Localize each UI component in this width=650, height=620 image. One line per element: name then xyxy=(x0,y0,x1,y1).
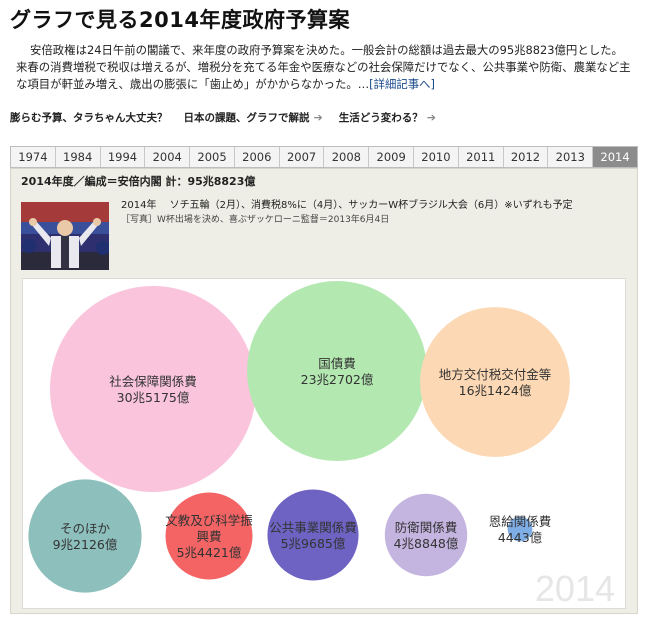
related-link-3[interactable]: 生活どう変わる？ ➔ xyxy=(339,110,436,125)
bubble-name-label: 興費 xyxy=(196,529,221,544)
bubble-name-label: 防衛関係費 xyxy=(395,520,458,535)
budget-summary: 2014年度／編成＝安倍内閣 計：95兆8823億 xyxy=(21,175,256,188)
tab-year-2005[interactable]: 2005 xyxy=(190,147,235,167)
bubble-name-label: 社会保障関係費 xyxy=(109,374,197,389)
tab-year-2012[interactable]: 2012 xyxy=(504,147,549,167)
bubble-value-label: 5兆9685億 xyxy=(281,536,346,551)
tab-year-2004[interactable]: 2004 xyxy=(145,147,191,167)
related-link-2-label: 日本の課題、グラフで解説 xyxy=(183,112,310,124)
bubble-circle xyxy=(28,479,142,593)
tab-year-1974[interactable]: 1974 xyxy=(11,147,56,167)
bubble-0[interactable]: 社会保障関係費30兆5175億 xyxy=(50,286,256,492)
tab-year-2013[interactable]: 2013 xyxy=(548,147,594,167)
events-text: ソチ五輪（2月）、消費税8%に（4月）、サッカーW杯ブラジル大会（6月）※いずれ… xyxy=(169,200,573,211)
bubble-value-label: 5兆4421億 xyxy=(177,545,242,560)
bubble-6[interactable]: 防衛関係費4兆8848億 xyxy=(384,493,468,577)
events-line: 2014年 ソチ五輪（2月）、消費税8%に（4月）、サッカーW杯ブラジル大会（6… xyxy=(121,199,573,213)
bubble-name-label: 公共事業関係費 xyxy=(269,520,357,535)
bubble-name-label: そのほか xyxy=(60,521,111,536)
bubble-circle xyxy=(267,489,359,581)
bubble-value-label: 9兆2126億 xyxy=(53,537,118,552)
related-link-2[interactable]: 日本の課題、グラフで解説 ➔ xyxy=(184,110,323,125)
bubble-5[interactable]: 公共事業関係費5兆9685億 xyxy=(267,489,359,581)
bubble-1[interactable]: 国債費23兆2702億 xyxy=(247,281,427,461)
year-tabs: 1974 1984 1994 2004 2005 2006 2007 2008 2009 2010… xyxy=(10,146,638,168)
tab-year-2007[interactable]: 2007 xyxy=(280,147,325,167)
bubble-name-label: 国債費 xyxy=(318,356,356,371)
bubble-2[interactable]: 地方交付税交付金等16兆1424億 xyxy=(420,307,570,457)
bubble-7[interactable]: 恩給関係費4443億 xyxy=(489,514,552,545)
intro-body: 安倍政権は24日午前の閣議で、来年度の政府予算案を決めた。一般会計の総額は過去最… xyxy=(16,43,631,91)
tab-year-2011[interactable]: 2011 xyxy=(459,147,504,167)
bubble-chart-svg: 2014社会保障関係費30兆5175億国債費23兆2702億 地方交付税交付金等1… xyxy=(28,281,615,608)
tab-year-1984[interactable]: 1984 xyxy=(56,147,101,167)
news-photo xyxy=(21,202,109,270)
budget-panel: 2014年度／編成＝安倍内閣 計：95兆8823億 2014年 ソチ五輪（2月）… xyxy=(10,168,638,614)
bubble-value-label: 4兆8848億 xyxy=(394,536,459,551)
intro-text: 安倍政権は24日午前の閣議で、来年度の政府予算案を決めた。一般会計の総額は過去最… xyxy=(16,42,632,93)
bubble-4[interactable]: 文教及び科学振興費5兆4421億 xyxy=(165,492,253,580)
bubble-name-label: 文教及び科学振 xyxy=(165,513,253,528)
tab-year-2006[interactable]: 2006 xyxy=(235,147,280,167)
bubble-3[interactable]: そのほか9兆2126億 xyxy=(28,479,142,593)
bubble-circle xyxy=(420,307,570,457)
related-link-1[interactable]: 膨らむ予算、タラちゃん大丈夫？ xyxy=(10,110,168,125)
year-watermark: 2014 xyxy=(535,568,615,608)
arrow-right-icon: ➔ xyxy=(426,111,436,124)
tab-year-2008[interactable]: 2008 xyxy=(324,147,370,167)
tab-year-2009[interactable]: 2009 xyxy=(369,147,415,167)
year-events: 2014年 ソチ五輪（2月）、消費税8%に（4月）、サッカーW杯ブラジル大会（6… xyxy=(121,199,573,227)
tab-year-2010[interactable]: 2010 xyxy=(414,147,459,167)
arrow-right-icon: ➔ xyxy=(313,111,323,124)
photo-caption: ［写真］W杯出場を決め、喜ぶザッケローニ監督＝2013年6月4日 xyxy=(121,215,390,225)
bubble-name-label: 地方交付税交付金等 xyxy=(439,367,552,382)
page-title: グラフで見る2014年度政府予算案 xyxy=(10,8,350,32)
bubble-chart: 2014 社会保障関係費 30兆5175億 国債費 23兆2702億 地方交付税交付金等 1… xyxy=(22,278,626,609)
bubble-value-label: 16兆1424億 xyxy=(459,383,532,398)
related-link-3-label: 生活どう変わる？ xyxy=(338,112,423,124)
bubble-circle xyxy=(247,281,427,461)
bubble-circle xyxy=(50,286,256,492)
related-links: 膨らむ予算、タラちゃん大丈夫？ 日本の課題、グラフで解説 ➔ 生活どう変わる？ ➔ xyxy=(10,110,452,125)
related-link-1-label: 膨らむ予算、タラちゃん大丈夫？ xyxy=(10,112,168,124)
tab-year-1994[interactable]: 1994 xyxy=(101,147,146,167)
bubble-value-label: 23兆2702億 xyxy=(301,372,374,387)
detail-link[interactable]: [詳細記事へ] xyxy=(369,77,435,91)
bubble-name-label: 恩給関係費 xyxy=(489,514,552,529)
bubble-circle xyxy=(384,493,468,577)
bubble-value-label: 4443億 xyxy=(498,530,543,545)
bubble-value-label: 30兆5175億 xyxy=(117,390,190,405)
tab-year-2014[interactable]: 2014 xyxy=(593,147,637,167)
events-year: 2014年 xyxy=(121,200,157,211)
